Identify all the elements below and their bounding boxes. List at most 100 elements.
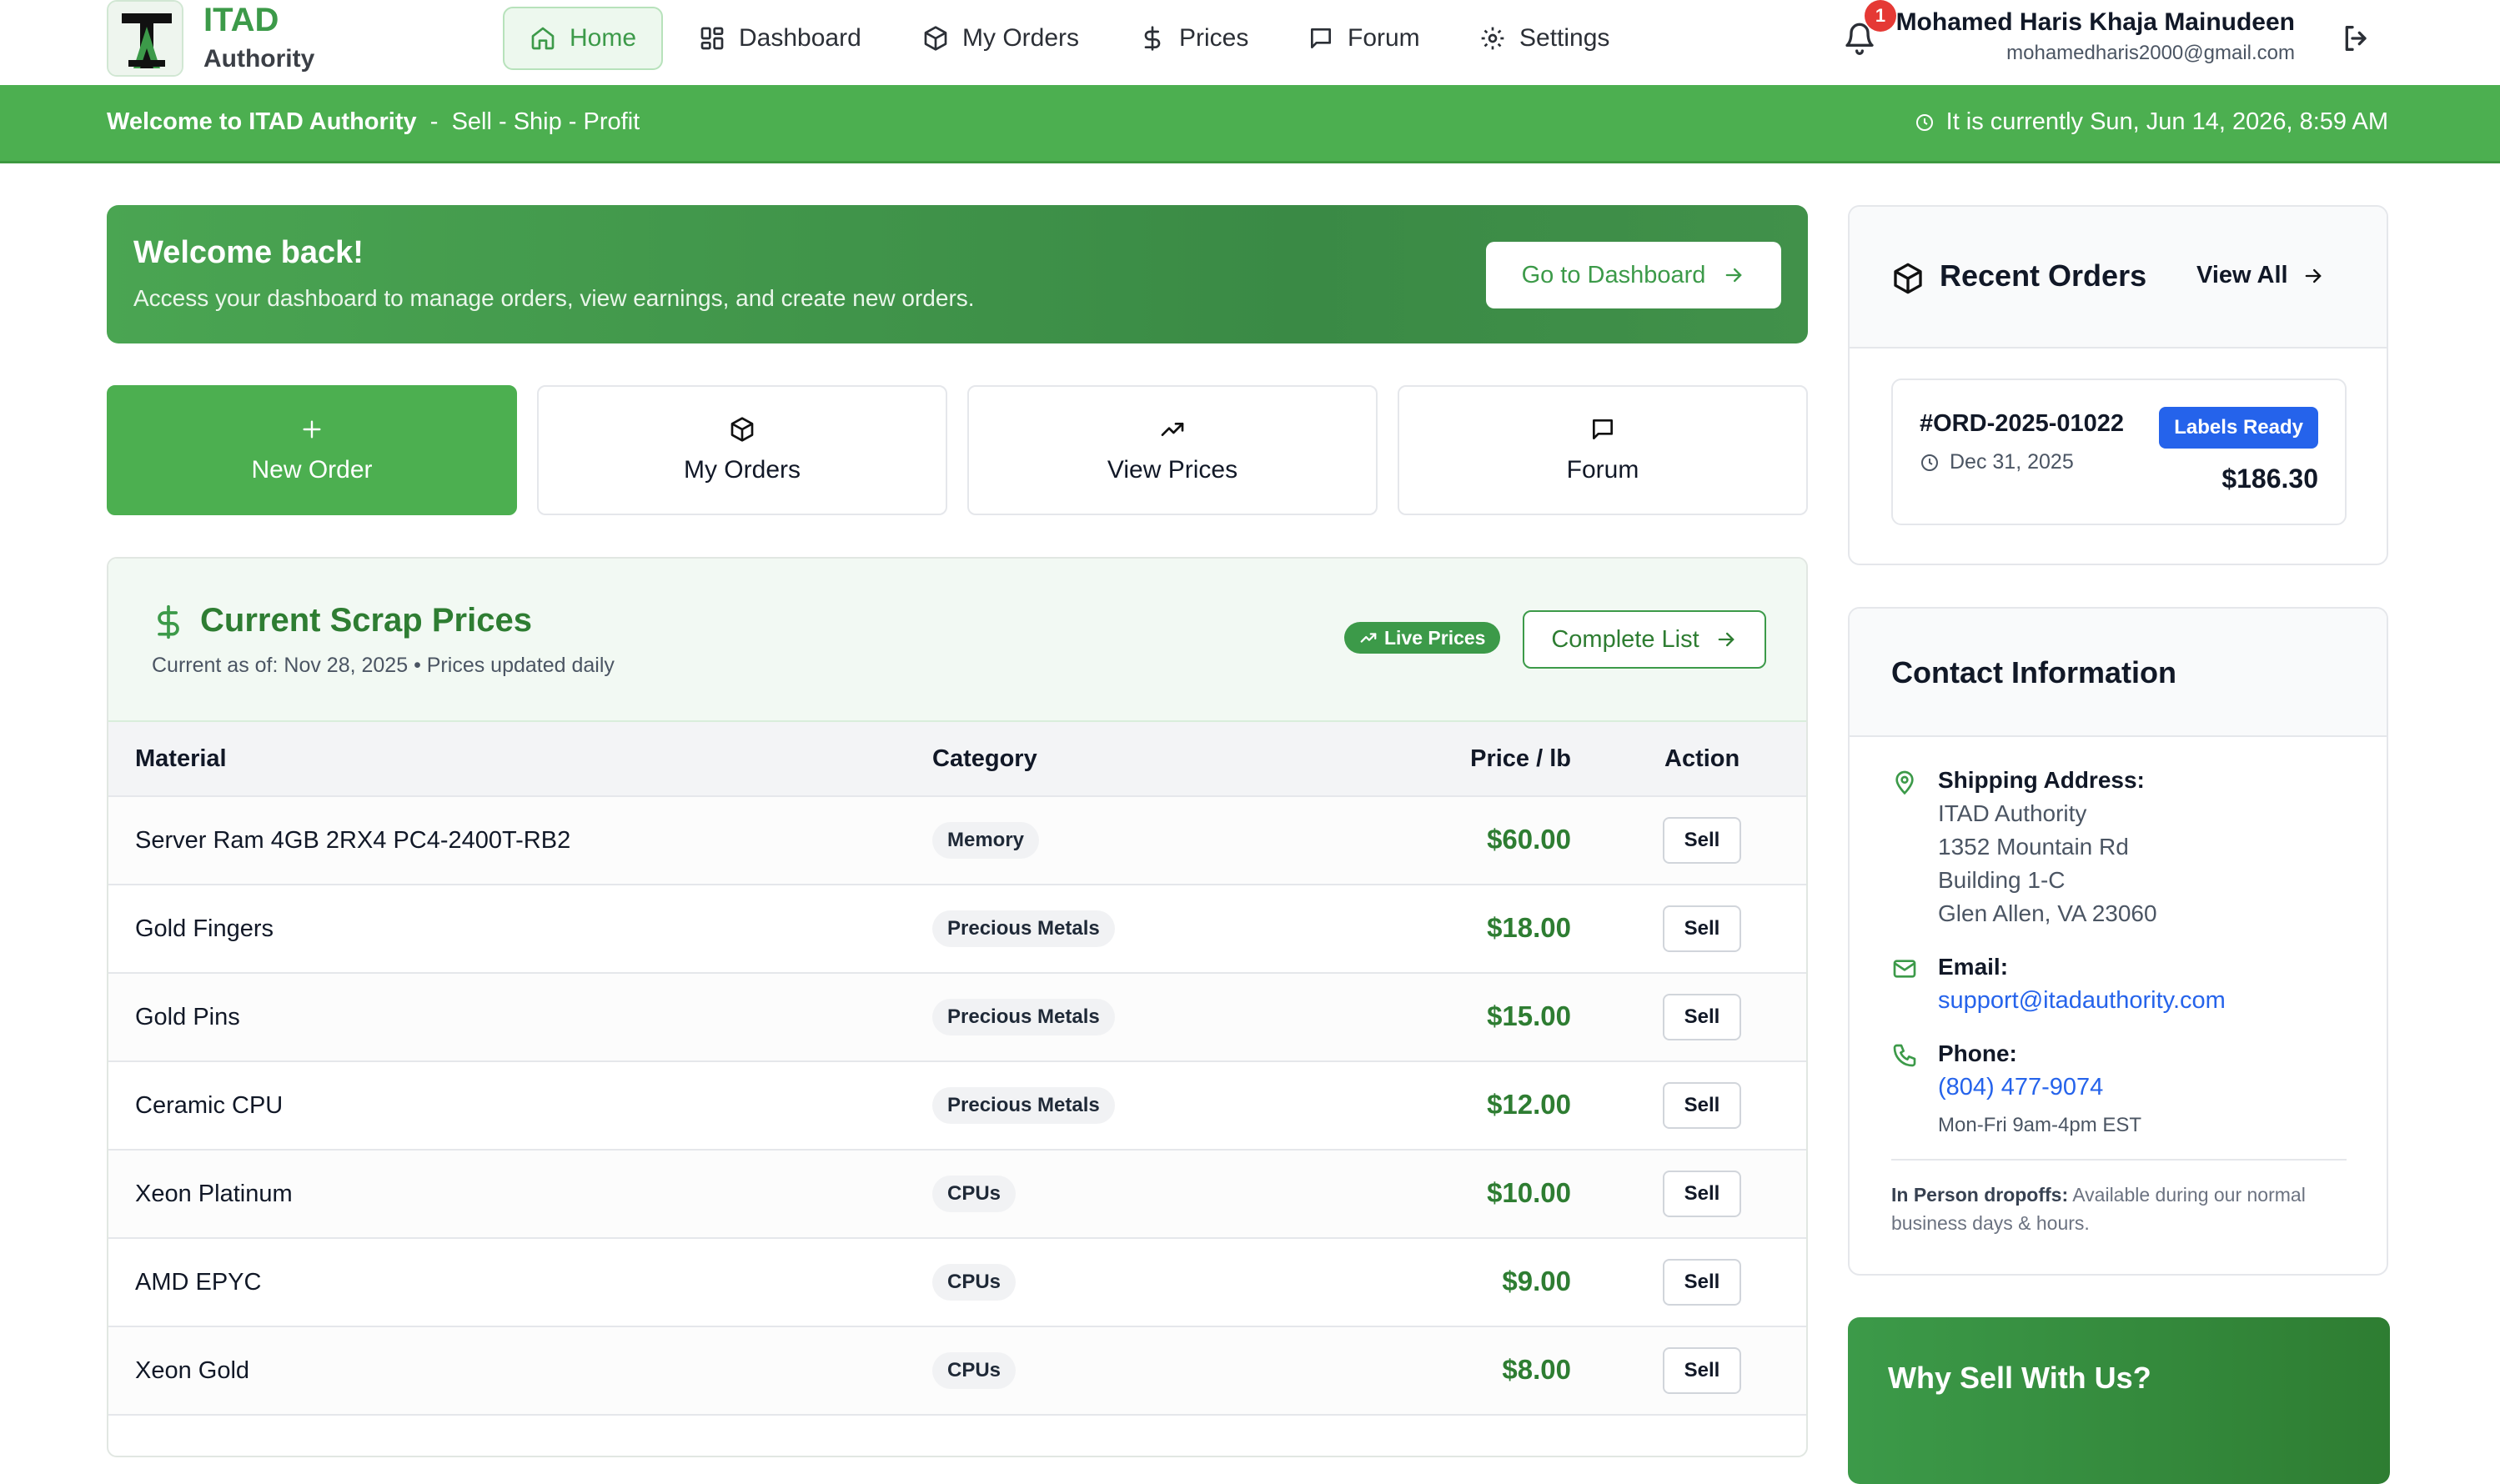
prices-title: Current Scrap Prices: [200, 602, 532, 639]
recent-orders-header: Recent Orders View All: [1850, 207, 2387, 348]
column-material: Material: [135, 745, 227, 772]
shipping-label: Shipping Address:: [1938, 767, 2145, 793]
table-row: Xeon Platinum CPUs $10.00 Sell: [108, 1151, 1806, 1239]
nav-label: Settings: [1519, 24, 1610, 52]
live-label: Live Prices: [1384, 626, 1486, 649]
price-cell: $10.00: [1487, 1177, 1571, 1208]
chat-icon: [1308, 25, 1334, 52]
address-line: Glen Allen, VA 23060: [1938, 900, 2157, 926]
dollar-icon: [150, 602, 187, 642]
scrap-prices-card: Current Scrap Prices Current as of: Nov …: [107, 557, 1808, 1457]
sell-button[interactable]: Sell: [1663, 994, 1741, 1040]
hero-title: Welcome back!: [133, 235, 364, 270]
button-label: Go to Dashboard: [1521, 261, 1706, 288]
status-badge: Labels Ready: [2159, 407, 2318, 449]
sell-button[interactable]: Sell: [1663, 1082, 1741, 1129]
address-line: ITAD Authority: [1938, 800, 2087, 826]
phone-icon: [1891, 1042, 1918, 1069]
brand-title[interactable]: ITAD: [203, 2, 279, 39]
mail-icon: [1891, 955, 1918, 982]
material-cell: Gold Pins: [135, 1004, 240, 1030]
nav-settings[interactable]: Settings: [1454, 7, 1634, 70]
forum-button[interactable]: Forum: [1398, 385, 1808, 515]
dashboard-icon: [699, 25, 725, 52]
new-order-button[interactable]: New Order: [107, 385, 517, 515]
dropoff-label: In Person dropoffs:: [1891, 1184, 2069, 1206]
price-cell: $15.00: [1487, 1000, 1571, 1031]
contact-header: Contact Information: [1850, 609, 2387, 737]
price-cell: $8.00: [1502, 1354, 1571, 1385]
phone-link[interactable]: (804) 477-9074: [1938, 1074, 2103, 1101]
material-cell: Ceramic CPU: [135, 1092, 284, 1119]
order-date: Dec 31, 2025: [1920, 450, 2074, 474]
table-row: Gold Fingers Precious Metals $18.00 Sell: [108, 885, 1806, 974]
order-amount: $186.30: [2221, 464, 2318, 494]
sell-button[interactable]: Sell: [1663, 1347, 1741, 1394]
logout-icon[interactable]: [2340, 22, 2373, 55]
material-cell: Server Ram 4GB 2RX4 PC4-2400T-RB2: [135, 827, 571, 854]
phone-label: Phone:: [1938, 1040, 2017, 1066]
go-to-dashboard-button[interactable]: Go to Dashboard: [1486, 242, 1781, 308]
material-cell: AMD EPYC: [135, 1269, 262, 1296]
table-row: Xeon Gold CPUs $8.00 Sell: [108, 1327, 1806, 1416]
why-sell-title: Why Sell With Us?: [1888, 1361, 2151, 1395]
recent-orders-title: Recent Orders: [1940, 258, 2147, 293]
table-row: AMD EPYC CPUs $9.00 Sell: [108, 1239, 1806, 1327]
complete-list-button[interactable]: Complete List: [1523, 610, 1766, 669]
hero-subtitle: Access your dashboard to manage orders, …: [133, 285, 975, 311]
view-prices-button[interactable]: View Prices: [967, 385, 1378, 515]
order-id: #ORD-2025-01022: [1920, 410, 2125, 437]
sell-button[interactable]: Sell: [1663, 1171, 1741, 1217]
welcome-hero: Welcome back! Access your dashboard to m…: [107, 205, 1808, 343]
price-cell: $12.00: [1487, 1089, 1571, 1120]
sell-button[interactable]: Sell: [1663, 817, 1741, 864]
sell-button[interactable]: Sell: [1663, 905, 1741, 952]
nav-dashboard[interactable]: Dashboard: [674, 7, 886, 70]
my-orders-button[interactable]: My Orders: [537, 385, 947, 515]
nav-forum[interactable]: Forum: [1283, 7, 1445, 70]
brand-subtitle: Authority: [203, 45, 315, 73]
category-pill: CPUs: [932, 1352, 1017, 1389]
nav-my-orders[interactable]: My Orders: [897, 7, 1104, 70]
email-link[interactable]: support@itadauthority.com: [1938, 987, 2226, 1015]
qa-label: View Prices: [1107, 456, 1238, 484]
category-pill: Precious Metals: [932, 999, 1115, 1035]
column-category: Category: [932, 745, 1037, 772]
package-icon: [729, 416, 756, 443]
logo-icon[interactable]: [107, 0, 183, 77]
business-hours: Mon-Fri 9am-4pm EST: [1938, 1114, 2142, 1136]
category-pill: CPUs: [932, 1264, 1017, 1301]
map-pin-icon: [1891, 769, 1918, 795]
nav-label: My Orders: [962, 24, 1080, 52]
arrow-right-icon: [1722, 263, 1745, 287]
recent-orders-card: Recent Orders View All #ORD-2025-01022 D…: [1848, 205, 2388, 565]
nav-prices[interactable]: Prices: [1114, 7, 1273, 70]
prices-subtitle: Current as of: Nov 28, 2025 • Prices upd…: [152, 654, 615, 677]
clock-icon: [1920, 453, 1940, 473]
qa-label: New Order: [251, 456, 373, 484]
banner-datetime: It is currently Sun, Jun 14, 2026, 8:59 …: [1915, 108, 2388, 136]
banner-separator: -: [429, 108, 439, 135]
welcome-banner: Welcome to ITAD Authority - Sell - Ship …: [0, 85, 2500, 163]
link-label: View All: [2196, 262, 2288, 288]
package-icon: [1891, 262, 1925, 295]
table-row: Server Ram 4GB 2RX4 PC4-2400T-RB2 Memory…: [108, 797, 1806, 885]
arrow-right-icon: [1714, 628, 1738, 651]
sell-button[interactable]: Sell: [1663, 1259, 1741, 1306]
column-action: Action: [1664, 745, 1740, 772]
category-pill: CPUs: [932, 1176, 1017, 1212]
live-prices-badge: Live Prices: [1344, 622, 1501, 654]
notification-badge: 1: [1865, 0, 1896, 32]
chat-icon: [1589, 416, 1616, 443]
order-item[interactable]: #ORD-2025-01022 Dec 31, 2025 Labels Read…: [1891, 379, 2347, 525]
plus-icon: [299, 416, 325, 443]
user-email: mohamedharis2000@gmail.com: [2006, 42, 2295, 64]
view-all-link[interactable]: View All: [2196, 262, 2325, 289]
user-name[interactable]: Mohamed Haris Khaja Mainudeen: [1896, 8, 2295, 37]
table-row: Ceramic CPU Precious Metals $12.00 Sell: [108, 1062, 1806, 1151]
banner-welcome: Welcome to ITAD Authority - Sell - Ship …: [107, 108, 640, 136]
nav-label: Prices: [1179, 24, 1249, 52]
clock-icon: [1915, 113, 1935, 133]
nav-home[interactable]: Home: [503, 7, 664, 70]
address-line: Building 1-C: [1938, 867, 2066, 893]
